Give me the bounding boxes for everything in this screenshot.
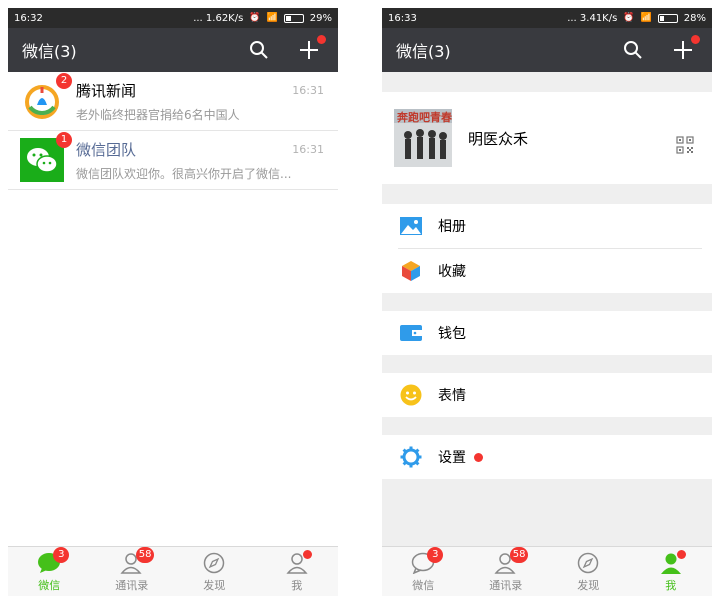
search-icon[interactable] [622, 39, 644, 61]
tab-discover[interactable]: 发现 [173, 547, 256, 596]
menu-label: 相册 [438, 219, 466, 235]
chats-screen: 16:32 ... 1.62K/s ⏰ 📶 29% 微信(3) 2 腾讯新闻 老… [8, 8, 338, 596]
section-gap [382, 184, 712, 204]
network-speed: ... 1.62K/s [193, 12, 244, 24]
plus-icon[interactable] [672, 35, 700, 61]
chat-preview: 老外临终把器官捐给6名中国人 [76, 107, 240, 122]
contacts-icon: 58 [494, 546, 529, 575]
tab-me[interactable]: 我 [630, 547, 713, 596]
menu-wallet[interactable]: 钱包 [382, 311, 712, 355]
status-time: 16:32 [14, 12, 43, 24]
tab-label: 发现 [577, 578, 600, 592]
tab-label: 我 [665, 578, 677, 592]
avatar: 2 [20, 73, 72, 123]
title-bar: 微信(3) [8, 28, 338, 72]
title-bar: 微信(3) [382, 28, 712, 72]
notification-dot [691, 35, 700, 44]
favorites-cube-icon [400, 260, 422, 282]
section-gap [382, 417, 712, 435]
avatar: 奔跑吧青春! [394, 109, 452, 167]
menu-album[interactable]: 相册 [382, 204, 712, 248]
album-icon [400, 215, 422, 237]
chat-preview: 微信团队欢迎你。很高兴你开启了微信... [76, 166, 292, 181]
person-icon [659, 549, 686, 575]
alarm-icon: ⏰ [623, 13, 635, 23]
section-gap [382, 72, 712, 92]
status-bar: 16:33 ... 3.41K/s ⏰ 📶 28% [382, 8, 712, 28]
tab-label: 微信 [38, 578, 61, 592]
chat-bubble-icon: 3 [37, 546, 70, 575]
compass-icon [202, 551, 226, 575]
menu-label: 设置 [438, 450, 466, 466]
notification-dot [676, 549, 686, 559]
contacts-icon: 58 [120, 546, 155, 575]
status-time: 16:33 [388, 12, 417, 24]
unread-badge: 1 [56, 132, 72, 148]
tab-badge: 3 [53, 546, 70, 563]
tab-badge: 58 [509, 546, 529, 563]
status-bar: 16:32 ... 1.62K/s ⏰ 📶 29% [8, 8, 338, 28]
battery-percent: 29% [309, 12, 332, 24]
battery-icon [657, 13, 678, 23]
tab-label: 我 [291, 578, 303, 592]
network-speed: ... 3.41K/s [567, 12, 618, 24]
alarm-icon: ⏰ [249, 13, 261, 23]
menu-stickers[interactable]: 表情 [382, 373, 712, 417]
me-screen: 16:33 ... 3.41K/s ⏰ 📶 28% 微信(3) 奔跑吧青春! 明… [382, 8, 712, 596]
search-icon[interactable] [248, 39, 270, 61]
tab-chats[interactable]: 3 微信 [8, 546, 91, 596]
tab-badge: 58 [135, 546, 155, 563]
menu-group-media: 相册 收藏 [382, 204, 712, 293]
avatar: 1 [20, 132, 72, 182]
tab-chats[interactable]: 3 微信 [382, 546, 465, 596]
plus-icon[interactable] [298, 35, 326, 61]
smiley-icon [400, 384, 422, 406]
menu-settings[interactable]: 设置 [382, 435, 712, 479]
menu-group-stickers: 表情 [382, 373, 712, 417]
tab-badge: 3 [427, 546, 444, 563]
chat-time: 16:31 [292, 84, 324, 97]
wifi-icon: 📶 [640, 13, 652, 23]
section-gap [382, 293, 712, 311]
profile-card[interactable]: 奔跑吧青春! 明医众禾 [382, 92, 712, 184]
battery-icon [283, 13, 304, 23]
person-icon [285, 549, 312, 575]
menu-label: 钱包 [438, 326, 466, 342]
menu-favorites[interactable]: 收藏 [382, 249, 712, 293]
tab-contacts[interactable]: 58 通讯录 [465, 546, 548, 596]
notification-dot [317, 35, 326, 44]
tab-discover[interactable]: 发现 [547, 547, 630, 596]
page-title: 微信(3) [396, 42, 451, 61]
compass-icon [576, 551, 600, 575]
wallet-icon [400, 322, 422, 344]
menu-label: 表情 [438, 388, 466, 404]
chat-time: 16:31 [292, 143, 324, 156]
tab-me[interactable]: 我 [256, 547, 339, 596]
avatar-poster-text: 奔跑吧青春! [396, 110, 452, 124]
profile-name: 明医众禾 [468, 129, 529, 148]
tab-label: 发现 [203, 578, 226, 592]
tab-bar: 3 微信 58 通讯录 发现 我 [382, 546, 712, 596]
gear-icon [400, 446, 422, 468]
wifi-icon: 📶 [266, 13, 278, 23]
notification-dot [302, 549, 312, 559]
unread-badge: 2 [56, 73, 72, 89]
tab-bar: 3 微信 58 通讯录 发现 我 [8, 546, 338, 596]
menu-group-wallet: 钱包 [382, 311, 712, 355]
tab-label: 通讯录 [489, 578, 523, 592]
battery-percent: 28% [683, 12, 706, 24]
chat-item-tencent-news[interactable]: 2 腾讯新闻 老外临终把器官捐给6名中国人 16:31 [8, 72, 338, 131]
tab-label: 通讯录 [115, 578, 149, 592]
qr-code-icon[interactable] [676, 136, 694, 158]
section-gap [382, 355, 712, 373]
tab-contacts[interactable]: 58 通讯录 [91, 546, 174, 596]
notification-dot [474, 452, 483, 462]
tab-label: 微信 [412, 578, 435, 592]
chat-item-wechat-team[interactable]: 1 微信团队 微信团队欢迎你。很高兴你开启了微信... 16:31 [8, 131, 338, 190]
page-title: 微信(3) [22, 42, 77, 61]
menu-label: 收藏 [438, 264, 466, 280]
menu-group-settings: 设置 [382, 435, 712, 479]
chat-bubble-icon: 3 [411, 546, 444, 575]
